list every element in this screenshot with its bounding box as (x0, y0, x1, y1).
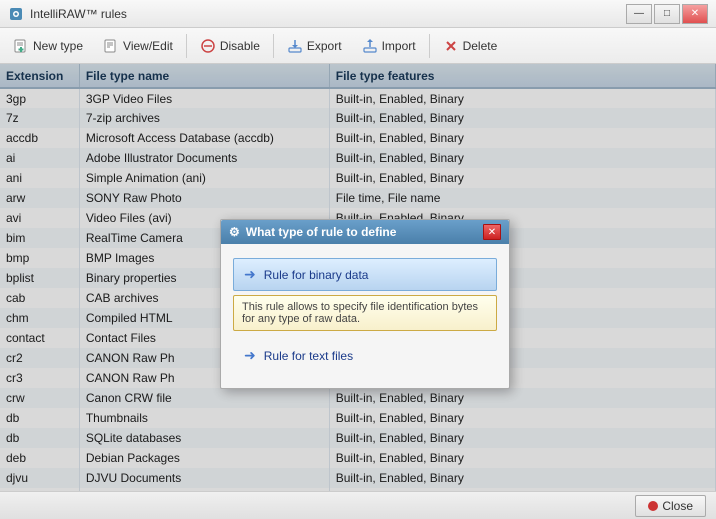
import-button[interactable]: Import (353, 32, 425, 60)
disable-button[interactable]: Disable (191, 32, 269, 60)
status-bar: Close (0, 491, 716, 519)
delete-button[interactable]: Delete (434, 32, 507, 60)
export-button[interactable]: Export (278, 32, 351, 60)
minimize-button[interactable]: — (626, 4, 652, 24)
disable-label: Disable (220, 39, 260, 53)
modal-close-button[interactable]: ✕ (483, 224, 501, 240)
modal-dialog: ⚙ What type of rule to define ✕ ➜ Rule f… (220, 219, 510, 389)
view-edit-button[interactable]: View/Edit (94, 32, 182, 60)
modal-tooltip: This rule allows to specify file identif… (233, 295, 497, 331)
import-icon (362, 38, 378, 54)
new-type-label: New type (33, 39, 83, 53)
title-bar-buttons: — □ ✕ (626, 4, 708, 24)
modal-title-text: What type of rule to define (246, 225, 397, 239)
view-edit-icon (103, 38, 119, 54)
modal-title-icon: ⚙ (229, 225, 240, 239)
view-edit-label: View/Edit (123, 39, 173, 53)
disable-icon (200, 38, 216, 54)
toolbar-separator-2 (273, 34, 274, 58)
toolbar-separator-3 (429, 34, 430, 58)
modal-body: ➜ Rule for binary data This rule allows … (221, 244, 509, 388)
title-bar: IntelliRAW™ rules — □ ✕ (0, 0, 716, 28)
app-title: IntelliRAW™ rules (30, 7, 127, 21)
binary-data-option[interactable]: ➜ Rule for binary data (233, 258, 497, 291)
text-files-label: Rule for text files (264, 349, 353, 363)
new-type-icon (13, 38, 29, 54)
text-files-option[interactable]: ➜ Rule for text files (233, 339, 497, 372)
toolbar: New type View/Edit Disable (0, 28, 716, 64)
main-area: Extension File type name File type featu… (0, 64, 716, 491)
window-close-button[interactable]: ✕ (682, 4, 708, 24)
binary-arrow-icon: ➜ (244, 266, 256, 283)
close-status-button[interactable]: Close (635, 495, 706, 517)
import-label: Import (382, 39, 416, 53)
delete-label: Delete (463, 39, 498, 53)
new-type-button[interactable]: New type (4, 32, 92, 60)
modal-titlebar: ⚙ What type of rule to define ✕ (221, 220, 509, 244)
modal-overlay: ⚙ What type of rule to define ✕ ➜ Rule f… (0, 64, 716, 491)
toolbar-separator-1 (186, 34, 187, 58)
close-status-label: Close (662, 499, 693, 513)
title-bar-left: IntelliRAW™ rules (8, 6, 127, 22)
binary-data-label: Rule for binary data (264, 268, 369, 282)
modal-title-left: ⚙ What type of rule to define (229, 225, 396, 239)
close-dot-icon (648, 501, 658, 511)
export-icon (287, 38, 303, 54)
export-label: Export (307, 39, 342, 53)
app-icon (8, 6, 24, 22)
delete-icon (443, 38, 459, 54)
text-arrow-icon: ➜ (244, 347, 256, 364)
maximize-button[interactable]: □ (654, 4, 680, 24)
